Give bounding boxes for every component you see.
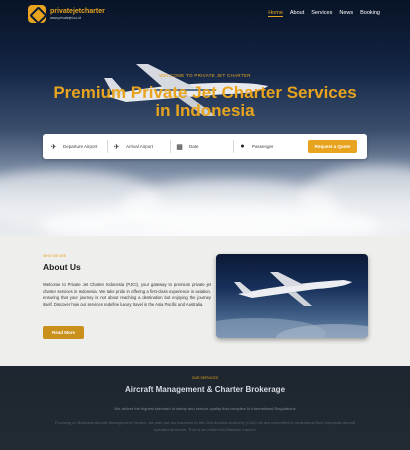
nav-item-booking[interactable]: Booking	[360, 10, 380, 17]
request-quote-button[interactable]: Request a Quote	[308, 140, 357, 153]
nav-item-home[interactable]: Home	[268, 10, 283, 17]
services-lead: We deliver the highest standard of safet…	[114, 406, 296, 411]
logo-icon	[28, 5, 46, 23]
date-placeholder: Date	[189, 144, 199, 149]
calendar-icon: ▦	[176, 143, 183, 151]
jet-photo	[216, 272, 368, 338]
nav-item-services[interactable]: Services	[311, 10, 332, 17]
passenger-field[interactable]: ● Passenger	[238, 134, 296, 159]
arrival-field[interactable]: ✈ Arrival Airport	[112, 134, 170, 159]
date-field[interactable]: ▦ Date	[175, 134, 233, 159]
about-jet-image	[216, 254, 368, 338]
top-nav: privatejetcharter www.privatejet.co.id H…	[0, 0, 410, 30]
arrival-placeholder: Arrival Airport	[126, 144, 154, 149]
about-text: Welcome to Private Jet Charter Indonesia…	[43, 282, 211, 307]
plane-landing-icon: ✈	[113, 143, 120, 151]
services-eyebrow: OUR SERVICES	[191, 376, 219, 380]
services-body: Focusing on Business Aircraft Management…	[54, 420, 356, 432]
plane-takeoff-icon: ✈	[50, 143, 57, 151]
about-title: About Us	[43, 262, 81, 272]
hero-title-line2: in Indonesia	[155, 101, 255, 120]
departure-field[interactable]: ✈ Departure Airport	[49, 134, 107, 159]
read-more-button[interactable]: Read More	[43, 326, 84, 339]
departure-placeholder: Departure Airport	[63, 144, 98, 149]
passenger-placeholder: Passenger	[252, 144, 274, 149]
services-section: OUR SERVICES Aircraft Management & Chart…	[0, 366, 410, 450]
brand-tagline: www.privatejet.co.id	[50, 16, 81, 20]
nav-item-about[interactable]: About	[290, 10, 304, 17]
nav-item-news[interactable]: News	[339, 10, 353, 17]
booking-form: ✈ Departure Airport ✈ Arrival Airport ▦ …	[43, 134, 367, 159]
brand-logo[interactable]: privatejetcharter www.privatejet.co.id	[28, 5, 105, 23]
about-section: WHO WE ARE About Us Welcome to Private J…	[0, 236, 410, 366]
user-icon: ●	[240, 143, 245, 150]
hero-eyebrow: WELCOME TO PRIVATE JET CHARTER	[159, 73, 251, 78]
hero-section: privatejetcharter www.privatejet.co.id H…	[0, 0, 410, 236]
services-title: Aircraft Management & Charter Brokerage	[124, 385, 286, 394]
nav-menu: Home About Services News Booking	[268, 10, 380, 17]
about-eyebrow: WHO WE ARE	[43, 254, 67, 258]
hero-title: Premium Private Jet Charter Services in …	[0, 84, 410, 120]
hero-title-line1: Premium Private Jet Charter Services	[53, 83, 357, 102]
brand-name: privatejetcharter	[50, 8, 105, 15]
